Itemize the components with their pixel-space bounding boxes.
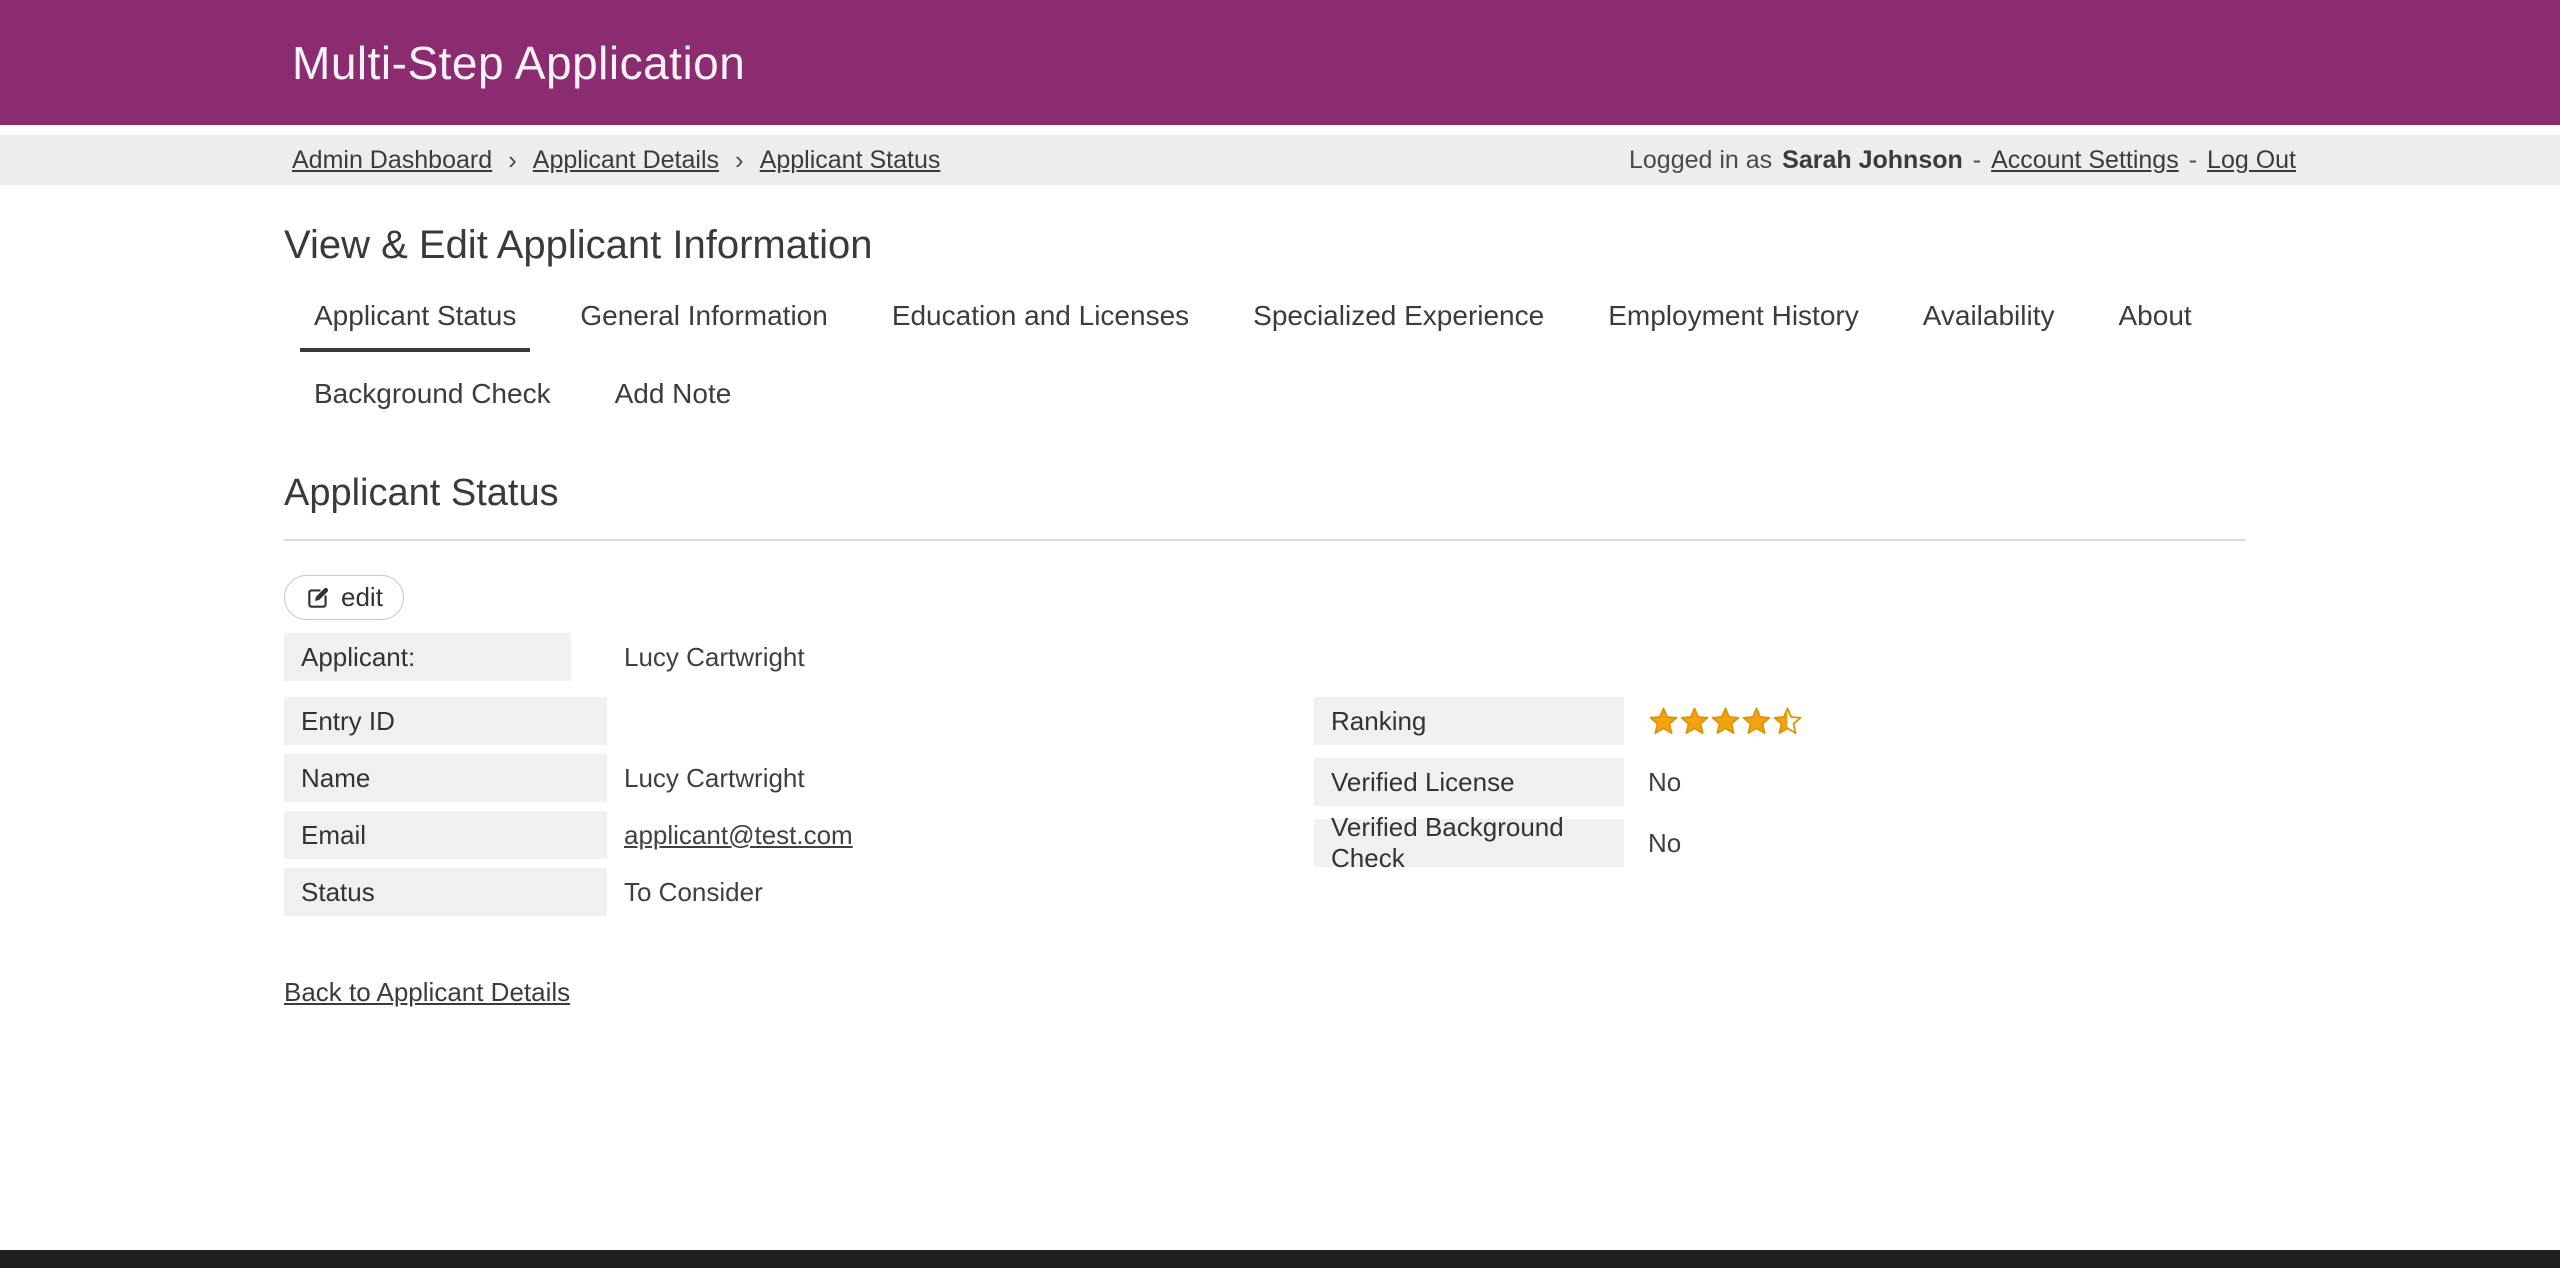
field-label: Ranking xyxy=(1314,697,1624,745)
log-out-link[interactable]: Log Out xyxy=(2207,146,2296,175)
edit-icon xyxy=(305,585,331,611)
breadcrumb-applicant-status[interactable]: Applicant Status xyxy=(760,146,941,175)
page-title: View & Edit Applicant Information xyxy=(284,223,2246,268)
field-value-status: To Consider xyxy=(624,877,763,908)
field-row-entry-id: Entry ID xyxy=(284,697,1314,745)
field-label: Verified License xyxy=(1314,758,1624,806)
star-icon xyxy=(1741,706,1772,737)
back-to-applicant-details-link[interactable]: Back to Applicant Details xyxy=(284,977,570,1008)
logged-in-prefix: Logged in as xyxy=(1629,146,1772,175)
tab-background-check[interactable]: Background Check xyxy=(300,372,565,430)
session-dash: - xyxy=(2189,146,2197,175)
field-row-name: Name Lucy Cartwright xyxy=(284,754,1314,802)
session-info: Logged in as Sarah Johnson - Account Set… xyxy=(1629,146,2296,175)
tab-specialized-experience[interactable]: Specialized Experience xyxy=(1239,294,1558,352)
star-icon xyxy=(1710,706,1741,737)
field-label: Entry ID xyxy=(284,697,607,745)
field-label: Name xyxy=(284,754,607,802)
star-icon xyxy=(1772,706,1803,737)
star-icon xyxy=(1648,706,1679,737)
field-value-verified-background-check: No xyxy=(1648,828,1681,859)
applicant-status-form: Applicant: Lucy Cartwright Entry ID Name… xyxy=(284,633,2246,925)
field-row-verified-background-check: Verified Background Check No xyxy=(1314,819,1803,867)
field-row-ranking: Ranking xyxy=(1314,697,1803,745)
tab-availability[interactable]: Availability xyxy=(1909,294,2069,352)
edit-button[interactable]: edit xyxy=(284,575,404,620)
main-content: View & Edit Applicant Information Applic… xyxy=(0,223,2560,1008)
tab-bar-row2: Background Check Add Note xyxy=(300,372,2246,430)
breadcrumb-applicant-details[interactable]: Applicant Details xyxy=(533,146,719,175)
tab-about[interactable]: About xyxy=(2105,294,2206,352)
tab-add-note[interactable]: Add Note xyxy=(601,372,746,430)
tab-employment-history[interactable]: Employment History xyxy=(1594,294,1873,352)
section-divider xyxy=(284,539,2246,541)
email-link[interactable]: applicant@test.com xyxy=(624,820,853,851)
field-row-verified-license: Verified License No xyxy=(1314,758,1803,806)
star-icon xyxy=(1679,706,1710,737)
tab-applicant-status[interactable]: Applicant Status xyxy=(300,294,530,352)
section-title: Applicant Status xyxy=(284,472,2246,515)
breadcrumb-separator-icon: › xyxy=(508,145,517,176)
app-header: Multi-Step Application xyxy=(0,0,2560,125)
field-value-verified-license: No xyxy=(1648,767,1681,798)
session-dash: - xyxy=(1973,146,1981,175)
star-rating[interactable] xyxy=(1648,706,1803,737)
field-row-email: Email applicant@test.com xyxy=(284,811,1314,859)
account-settings-link[interactable]: Account Settings xyxy=(1991,146,2179,175)
edit-button-label: edit xyxy=(341,582,383,613)
field-label: Status xyxy=(284,868,607,916)
bottom-bar xyxy=(0,1250,2560,1268)
tab-general-information[interactable]: General Information xyxy=(566,294,841,352)
field-label: Verified Background Check xyxy=(1314,819,1624,867)
field-value-applicant: Lucy Cartwright xyxy=(624,642,805,673)
field-label: Applicant: xyxy=(284,633,571,681)
field-label: Email xyxy=(284,811,607,859)
logged-in-user: Sarah Johnson xyxy=(1782,146,1963,175)
field-row-status: Status To Consider xyxy=(284,868,1314,916)
field-value-name: Lucy Cartwright xyxy=(624,763,805,794)
tab-bar: Applicant Status General Information Edu… xyxy=(300,294,2246,352)
breadcrumb-bar: Admin Dashboard › Applicant Details › Ap… xyxy=(0,135,2560,185)
tab-education-and-licenses[interactable]: Education and Licenses xyxy=(878,294,1203,352)
breadcrumb: Admin Dashboard › Applicant Details › Ap… xyxy=(292,145,940,176)
breadcrumb-separator-icon: › xyxy=(735,145,744,176)
field-row-applicant: Applicant: Lucy Cartwright xyxy=(284,633,1314,681)
breadcrumb-admin-dashboard[interactable]: Admin Dashboard xyxy=(292,146,492,175)
form-left-column: Applicant: Lucy Cartwright Entry ID Name… xyxy=(284,633,1314,925)
app-title: Multi-Step Application xyxy=(292,36,745,90)
form-right-column: Ranking Verified License No Verified Bac… xyxy=(1314,697,1803,880)
